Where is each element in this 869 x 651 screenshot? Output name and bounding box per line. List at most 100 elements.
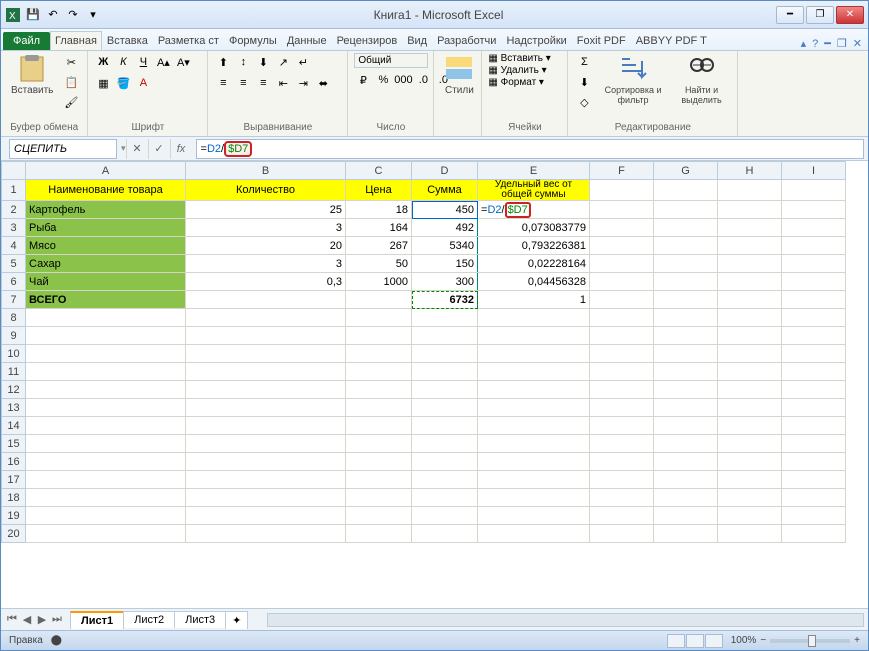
cell[interactable] <box>186 327 346 345</box>
cell[interactable] <box>26 381 186 399</box>
cell[interactable] <box>412 363 478 381</box>
align-left-icon[interactable]: ≡ <box>214 74 232 92</box>
cell[interactable] <box>718 399 782 417</box>
cell[interactable]: Чай <box>26 273 186 291</box>
cell[interactable] <box>478 417 590 435</box>
row-header[interactable]: 15 <box>2 435 26 453</box>
cell-d7[interactable]: 6732 <box>412 291 478 309</box>
currency-icon[interactable]: ₽ <box>354 71 372 89</box>
cell[interactable] <box>654 507 718 525</box>
tab-abbyy[interactable]: ABBYY PDF T <box>631 31 712 50</box>
cell[interactable] <box>782 219 846 237</box>
cell[interactable] <box>782 399 846 417</box>
wrap-text-icon[interactable]: ↵ <box>294 53 312 71</box>
cell[interactable] <box>654 273 718 291</box>
inc-decimal-icon[interactable]: .0 <box>414 71 432 89</box>
cell[interactable] <box>654 291 718 309</box>
tab-layout[interactable]: Разметка ст <box>153 31 224 50</box>
grid[interactable]: A B C D E F G H I 1 Наименование товара … <box>1 161 868 608</box>
cell[interactable]: 50 <box>346 255 412 273</box>
cell[interactable] <box>26 507 186 525</box>
horizontal-scrollbar[interactable] <box>267 613 864 627</box>
cell[interactable] <box>718 237 782 255</box>
close-button[interactable]: ✕ <box>836 6 864 24</box>
cell[interactable] <box>782 309 846 327</box>
cell[interactable]: 492 <box>412 219 478 237</box>
new-sheet-icon[interactable]: ✦ <box>225 611 248 629</box>
cell[interactable] <box>478 525 590 543</box>
italic-button[interactable]: К <box>114 53 132 71</box>
delete-cells-button[interactable]: ▦ Удалить ▾ <box>488 65 546 76</box>
row-header[interactable]: 14 <box>2 417 26 435</box>
cell[interactable] <box>718 201 782 219</box>
cell[interactable] <box>718 525 782 543</box>
paste-button[interactable]: Вставить <box>7 53 57 98</box>
cell[interactable] <box>478 327 590 345</box>
col-header[interactable]: B <box>186 162 346 180</box>
cell[interactable] <box>654 345 718 363</box>
cell[interactable] <box>346 435 412 453</box>
col-header[interactable]: H <box>718 162 782 180</box>
cell[interactable] <box>782 345 846 363</box>
name-box[interactable]: СЦЕПИТЬ <box>9 139 117 159</box>
cell[interactable] <box>186 507 346 525</box>
cell[interactable]: 1000 <box>346 273 412 291</box>
help-icon[interactable]: ? <box>812 38 818 50</box>
col-header[interactable]: E <box>478 162 590 180</box>
cell[interactable]: Картофель <box>26 201 186 219</box>
cell[interactable] <box>346 525 412 543</box>
cell[interactable] <box>186 453 346 471</box>
cell[interactable] <box>478 381 590 399</box>
row-header[interactable]: 19 <box>2 507 26 525</box>
cell[interactable]: 3 <box>186 255 346 273</box>
cell[interactable] <box>478 399 590 417</box>
cell[interactable] <box>654 489 718 507</box>
row-header[interactable]: 10 <box>2 345 26 363</box>
cell[interactable]: 1 <box>478 291 590 309</box>
cell[interactable] <box>26 525 186 543</box>
cell[interactable] <box>782 435 846 453</box>
row-header[interactable]: 1 <box>2 180 26 201</box>
shrink-font-icon[interactable]: A▾ <box>174 53 192 71</box>
cell[interactable] <box>718 291 782 309</box>
cell[interactable] <box>718 327 782 345</box>
first-sheet-icon[interactable]: ⏮ <box>5 613 19 627</box>
cell[interactable] <box>654 327 718 345</box>
cell[interactable] <box>782 489 846 507</box>
cell[interactable] <box>412 399 478 417</box>
cell[interactable] <box>346 489 412 507</box>
cell[interactable] <box>718 471 782 489</box>
cell[interactable] <box>412 327 478 345</box>
cell[interactable]: 0,793226381 <box>478 237 590 255</box>
cell[interactable]: Рыба <box>26 219 186 237</box>
cell[interactable] <box>590 435 654 453</box>
normal-view-icon[interactable] <box>667 634 685 648</box>
doc-close-icon[interactable]: ✕ <box>853 37 862 50</box>
cell[interactable] <box>782 327 846 345</box>
cell[interactable] <box>718 219 782 237</box>
cancel-formula-icon[interactable]: ✕ <box>126 139 148 159</box>
cell[interactable]: 5340 <box>412 237 478 255</box>
minimize-ribbon-icon[interactable]: ▴ <box>801 37 807 50</box>
cell[interactable]: 300 <box>412 273 478 291</box>
format-cells-button[interactable]: ▦ Формат ▾ <box>488 77 544 88</box>
cut-icon[interactable]: ✂ <box>61 53 81 71</box>
align-right-icon[interactable]: ≡ <box>254 74 272 92</box>
row-header[interactable]: 6 <box>2 273 26 291</box>
cell[interactable] <box>718 273 782 291</box>
tab-formulas[interactable]: Формулы <box>224 31 282 50</box>
next-sheet-icon[interactable]: ▶ <box>35 613 49 627</box>
row-header[interactable]: 8 <box>2 309 26 327</box>
cell[interactable] <box>590 381 654 399</box>
cell[interactable] <box>718 435 782 453</box>
cell[interactable] <box>412 309 478 327</box>
row-header[interactable]: 12 <box>2 381 26 399</box>
cell[interactable] <box>654 525 718 543</box>
tab-foxit[interactable]: Foxit PDF <box>572 31 631 50</box>
cell[interactable] <box>478 363 590 381</box>
cell[interactable] <box>590 219 654 237</box>
doc-minimize-icon[interactable]: ━ <box>824 37 831 50</box>
cell[interactable] <box>186 399 346 417</box>
row-header[interactable]: 4 <box>2 237 26 255</box>
cell[interactable] <box>478 435 590 453</box>
